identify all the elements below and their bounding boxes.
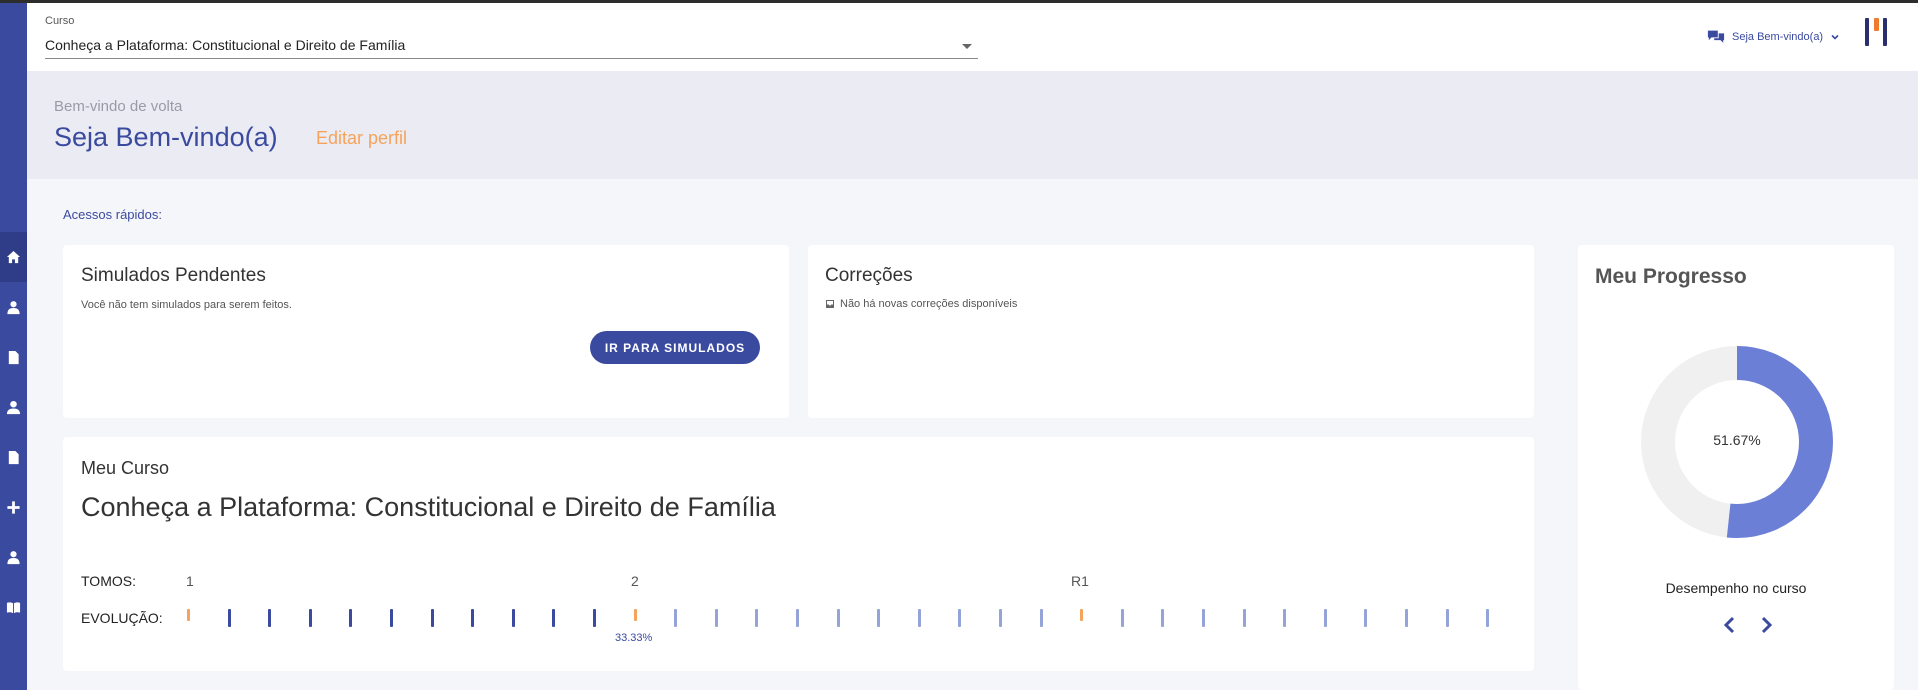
timeline-tick bbox=[1283, 609, 1287, 627]
timeline-tick bbox=[1120, 609, 1124, 627]
top-header: Curso Conheça a Plataforma: Constitucion… bbox=[27, 3, 1918, 71]
timeline-tick bbox=[471, 609, 475, 627]
plus-icon bbox=[7, 500, 20, 514]
timeline-tick bbox=[349, 609, 353, 627]
timeline-tick bbox=[552, 609, 556, 627]
timeline-tick bbox=[714, 609, 718, 627]
user-tie-icon bbox=[7, 300, 20, 314]
card-message: Você não tem simulados para serem feitos… bbox=[81, 299, 292, 311]
timeline-tick bbox=[1161, 609, 1165, 627]
my-course-label: Meu Curso bbox=[81, 458, 170, 478]
tomo-label: R1 bbox=[1071, 573, 1089, 589]
my-course-title: Conheça a Plataforma: Constitucional e D… bbox=[81, 492, 776, 522]
pending-simulados-card: Simulados Pendentes Você não tem simulad… bbox=[63, 245, 789, 418]
inbox-icon bbox=[826, 300, 834, 308]
timeline-tick bbox=[227, 609, 231, 627]
book-icon bbox=[6, 601, 21, 613]
timeline-tick bbox=[999, 609, 1002, 627]
timeline-tick bbox=[796, 609, 799, 627]
sidebar-item-library[interactable] bbox=[0, 582, 27, 632]
corrections-card: Correções Não há novas correções disponí… bbox=[808, 245, 1534, 418]
user-icon bbox=[6, 400, 21, 414]
timeline-tick bbox=[511, 609, 515, 627]
timeline-tick bbox=[836, 609, 840, 627]
progress-title: Meu Progresso bbox=[1595, 265, 1747, 288]
previous-button[interactable] bbox=[1718, 613, 1742, 637]
timeline-tick bbox=[1445, 609, 1449, 627]
timeline-tick bbox=[308, 609, 312, 627]
chevron-right-icon bbox=[1761, 616, 1773, 634]
edit-profile-link[interactable]: Editar perfil bbox=[316, 128, 407, 149]
timeline-tick bbox=[1323, 609, 1327, 627]
timeline-tick bbox=[1202, 609, 1205, 627]
timeline-tick bbox=[755, 609, 759, 627]
chevron-left-icon bbox=[1723, 616, 1735, 634]
my-progress-card: Meu Progresso 51.67% Desempenho no curso bbox=[1578, 245, 1894, 690]
timeline-tomo-marker bbox=[187, 609, 190, 621]
course-select-value: Conheça a Plataforma: Constitucional e D… bbox=[45, 37, 406, 53]
timeline-tick bbox=[877, 609, 881, 627]
chat-icon bbox=[1707, 30, 1725, 43]
timeline-tick bbox=[958, 609, 962, 627]
timeline-tick bbox=[390, 609, 393, 627]
tomo-label: 2 bbox=[631, 573, 639, 589]
timeline-tick bbox=[430, 609, 434, 627]
sidebar-item-add[interactable] bbox=[0, 482, 27, 532]
evolution-label: EVOLUÇÃO: bbox=[81, 610, 163, 626]
performance-label: Desempenho no curso bbox=[1665, 580, 1807, 596]
sidebar-item-documents[interactable] bbox=[0, 332, 27, 382]
quick-access-label: Acessos rápidos: bbox=[63, 207, 162, 222]
sidebar-item-home[interactable] bbox=[0, 232, 27, 282]
my-course-card: Meu Curso Conheça a Plataforma: Constitu… bbox=[63, 437, 1534, 671]
evolution-progress-text: 33.33% bbox=[615, 632, 653, 644]
timeline-tick bbox=[268, 609, 272, 627]
welcome-banner: Bem-vindo de volta Seja Bem-vindo(a) Edi… bbox=[27, 71, 1918, 179]
course-select-label: Curso bbox=[45, 15, 75, 27]
course-select[interactable]: Conheça a Plataforma: Constitucional e D… bbox=[45, 31, 978, 59]
corrections-message-row: Não há novas correções disponíveis bbox=[825, 298, 1017, 310]
sidebar-item-profile[interactable] bbox=[0, 282, 27, 332]
caret-down-icon bbox=[962, 44, 972, 49]
tomos-label: TOMOS: bbox=[81, 573, 136, 589]
timeline-tick bbox=[1242, 609, 1246, 627]
brand-logo[interactable] bbox=[1863, 17, 1889, 47]
document-icon bbox=[8, 450, 19, 464]
donut-percent-text: 51.67% bbox=[1713, 432, 1761, 448]
chevron-down-icon bbox=[1831, 34, 1839, 40]
tomo-label: 1 bbox=[186, 573, 194, 589]
sidebar-item-reports[interactable] bbox=[0, 432, 27, 482]
timeline-tick bbox=[674, 609, 678, 627]
user-tie-icon bbox=[7, 550, 20, 564]
timeline-tick bbox=[1405, 609, 1408, 627]
document-icon bbox=[8, 350, 19, 364]
sidebar bbox=[0, 3, 27, 690]
card-title: Correções bbox=[825, 265, 913, 286]
welcome-title: Seja Bem-vindo(a) bbox=[54, 122, 278, 152]
go-to-simulados-button[interactable]: IR PARA SIMULADOS bbox=[590, 331, 760, 364]
timeline-tick bbox=[1486, 609, 1490, 627]
next-button[interactable] bbox=[1754, 613, 1778, 637]
timeline-tick bbox=[593, 609, 596, 627]
timeline-tomo-marker bbox=[633, 609, 637, 621]
timeline-tick bbox=[917, 609, 921, 627]
home-icon bbox=[6, 250, 21, 263]
timeline-tick bbox=[1039, 609, 1043, 627]
welcome-subtitle: Bem-vindo de volta bbox=[54, 98, 183, 115]
user-menu-label: Seja Bem-vindo(a) bbox=[1732, 30, 1824, 43]
sidebar-item-account[interactable] bbox=[0, 382, 27, 432]
sidebar-item-mentor[interactable] bbox=[0, 532, 27, 582]
timeline-tomo-marker bbox=[1080, 609, 1084, 621]
card-message: Não há novas correções disponíveis bbox=[840, 298, 1018, 310]
timeline-tick bbox=[1364, 609, 1368, 627]
card-title: Simulados Pendentes bbox=[81, 265, 266, 286]
user-menu[interactable]: Seja Bem-vindo(a) bbox=[1707, 29, 1840, 44]
